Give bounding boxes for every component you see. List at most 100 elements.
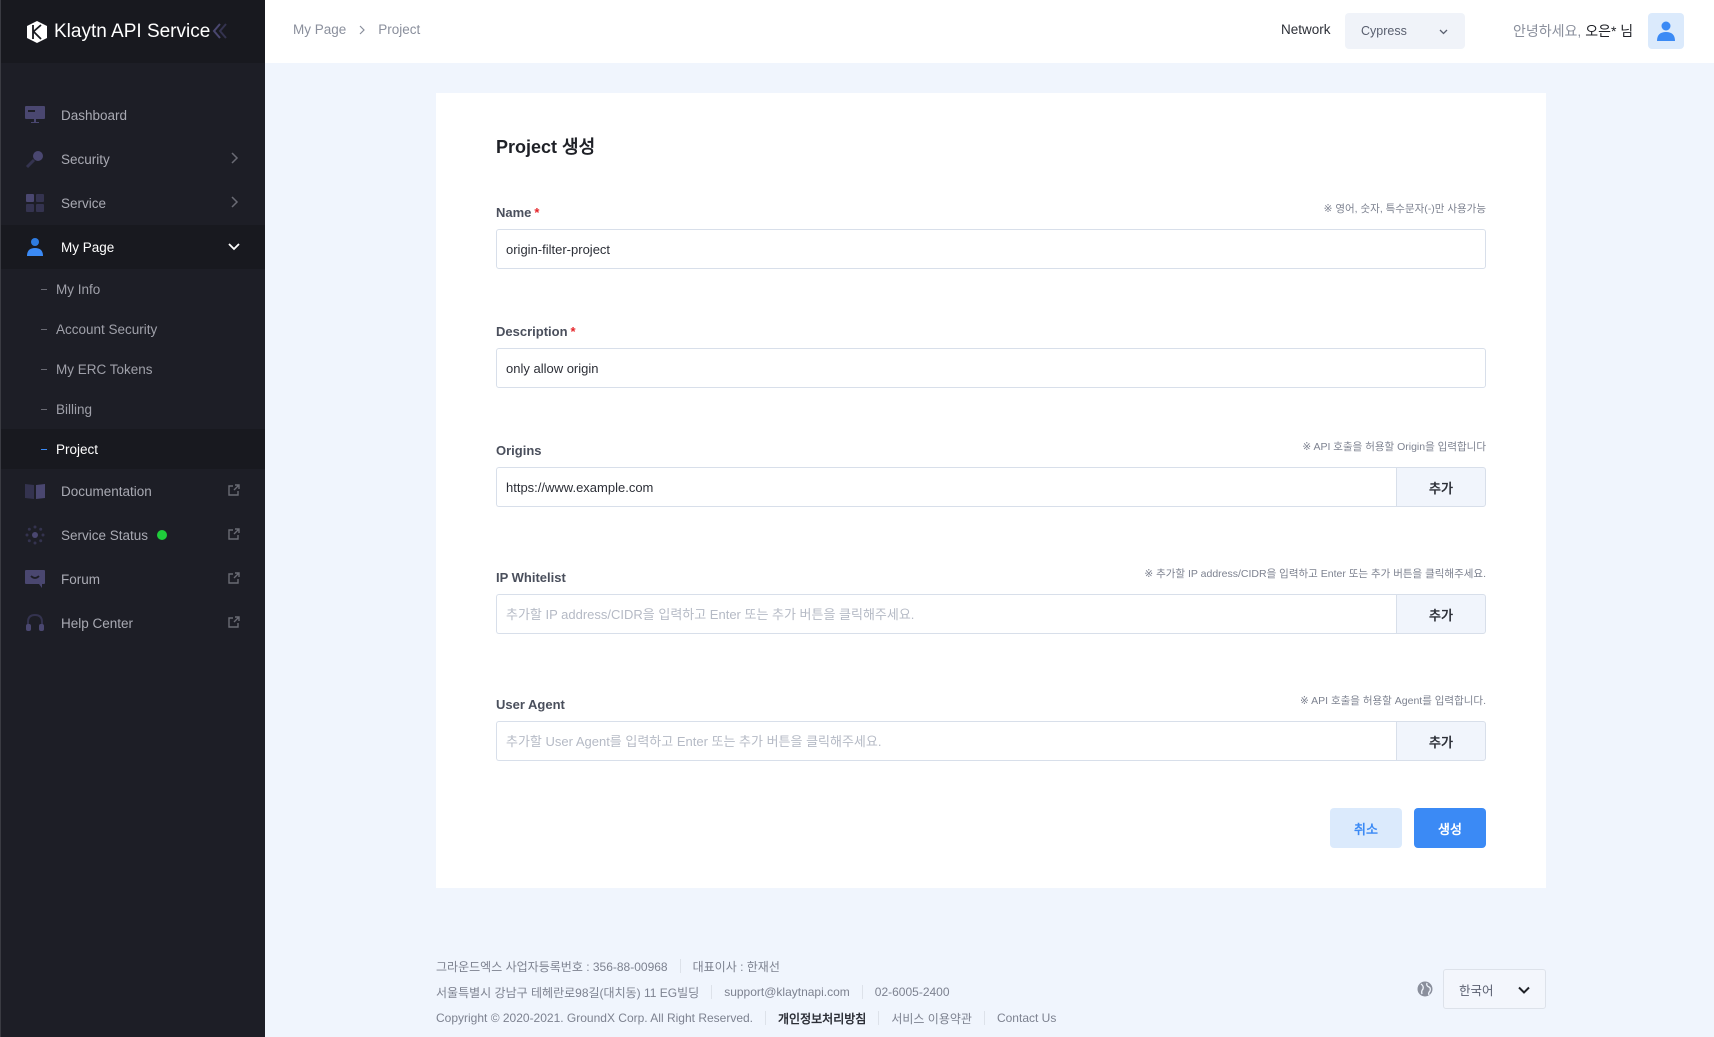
network-label: Network [1281,22,1331,37]
sidebar-item-service[interactable]: Service [1,181,265,225]
sidebar-item-label: Service [61,195,107,211]
ip-whitelist-add-button[interactable]: 추가 [1396,594,1486,634]
origins-input[interactable] [496,467,1396,507]
footer-email: support@klaytnapi.com [724,985,850,999]
dash-icon [41,328,47,330]
sidebar: Klaytn API Service Dashboard Security Se… [0,0,265,1037]
my-page-submenu: My Info Account Security My ERC Tokens B… [1,269,265,469]
sidebar-item-label: Dashboard [61,107,128,123]
sidebar-subitem-project[interactable]: Project [1,429,265,469]
sidebar-subitem-my-info[interactable]: My Info [1,269,265,309]
status-online-indicator [157,530,168,540]
sidebar-subitem-label: Billing [56,401,93,417]
sidebar-item-my-page[interactable]: My Page [1,225,265,269]
divider [861,985,863,999]
footer-company: 그라운드엑스 사업자등록번호 : 356-88-00968 [436,959,668,974]
description-label: Description * [496,324,576,339]
chevron-right-icon [231,152,239,164]
sidebar-item-forum[interactable]: Forum [1,557,265,601]
footer-phone: 02-6005-2400 [874,985,950,999]
origins-hint: ※ API 호출을 허용할 Origin을 입력합니다 [1302,441,1486,453]
name-field: Name * ※ 영어, 숫자, 특수문자(-)만 사용가능 [496,203,1486,269]
breadcrumb-project: Project [378,22,421,37]
chevron-right-icon [359,25,366,34]
sidebar-item-help-center[interactable]: Help Center [1,601,265,645]
sidebar-subitem-account-security[interactable]: Account Security [1,309,265,349]
collapse-sidebar-icon[interactable] [211,20,231,42]
project-create-card: Project 생성 Name * ※ 영어, 숫자, 특수문자(-)만 사용가능… [436,93,1546,888]
required-mark: * [534,205,540,220]
user-icon [1657,21,1675,41]
sidebar-subitem-label: Project [56,441,99,457]
contact-us-link[interactable]: Contact Us [997,1011,1056,1025]
language-select[interactable]: 한국어 [1443,969,1546,1009]
user-agent-hint: ※ API 호출을 허용할 Agent를 입력합니다. [1299,695,1486,707]
ip-whitelist-field: IP Whitelist ※ 추가할 IP address/CIDR을 입력하고… [496,568,1486,634]
chat-icon [25,569,45,589]
sidebar-item-security[interactable]: Security [1,137,265,181]
sidebar-item-documentation[interactable]: Documentation [1,469,265,513]
grid-icon [25,193,45,213]
klaytn-logo-icon [27,20,47,43]
sidebar-item-label: My Page [61,239,115,255]
sidebar-menu: Dashboard Security Service My Page My In… [1,63,265,645]
name-input[interactable] [496,229,1486,269]
sidebar-item-service-status[interactable]: Service Status [1,513,265,557]
network-select[interactable]: Cypress [1345,13,1465,49]
footer-ceo: 대표이사 : 한재선 [692,959,780,974]
sidebar-subitem-label: Account Security [56,321,158,337]
divider [765,1011,767,1025]
footer-row: Copyright © 2020-2021. GroundX Corp. All… [436,1005,1056,1031]
sidebar-item-label: Security [61,151,110,167]
external-link-icon [228,616,240,628]
ip-whitelist-input[interactable] [496,594,1396,634]
sidebar-item-label: Documentation [61,483,152,499]
sidebar-item-label: Forum [61,571,101,587]
user-icon [25,237,45,257]
breadcrumb-my-page[interactable]: My Page [293,22,346,37]
top-header: My Page Project Network Cypress 안녕하세요, 오… [265,0,1714,63]
network-value: Cypress [1361,24,1407,38]
cancel-button[interactable]: 취소 [1330,808,1402,848]
sidebar-item-label: Service Status [61,527,149,543]
sidebar-subitem-label: My Info [56,281,101,297]
key-icon [25,149,45,169]
status-sun-icon [25,525,45,545]
divider [711,985,713,999]
dash-icon [41,288,47,290]
divider [878,1011,880,1025]
chevron-down-icon [228,243,240,251]
external-link-icon [228,572,240,584]
privacy-policy-link[interactable]: 개인정보처리방침 [778,1010,866,1027]
breadcrumb: My Page Project [293,22,420,37]
footer-row: 그라운드엑스 사업자등록번호 : 356-88-00968 대표이사 : 한재선 [436,953,1056,979]
user-agent-add-button[interactable]: 추가 [1396,721,1486,761]
user-avatar-button[interactable] [1648,13,1684,49]
sidebar-subitem-billing[interactable]: Billing [1,389,265,429]
chevron-down-icon [1518,986,1530,994]
create-button[interactable]: 생성 [1414,808,1486,848]
sidebar-item-label: Help Center [61,615,134,631]
required-mark: * [570,324,576,339]
footer-copyright: Copyright © 2020-2021. GroundX Corp. All… [436,1011,754,1025]
language-value: 한국어 [1459,983,1494,998]
greeting-text: 안녕하세요, [1513,23,1582,39]
logo[interactable]: Klaytn API Service [25,20,210,44]
description-input[interactable] [496,348,1486,388]
book-icon [25,481,45,501]
origins-add-button[interactable]: 추가 [1396,467,1486,507]
headset-icon [25,613,45,633]
sidebar-subitem-label: My ERC Tokens [56,361,153,377]
dashboard-icon [25,105,45,125]
sidebar-item-dashboard[interactable]: Dashboard [1,93,265,137]
footer: 그라운드엑스 사업자등록번호 : 356-88-00968 대표이사 : 한재선… [436,953,1056,1031]
dash-icon [41,368,47,370]
user-agent-field: User Agent ※ API 호출을 허용할 Agent를 입력합니다. 추… [496,695,1486,761]
user-greeting: 안녕하세요, 오은* 님 [1513,21,1633,41]
sidebar-subitem-my-erc-tokens[interactable]: My ERC Tokens [1,349,265,389]
chevron-down-icon [1439,29,1448,35]
ip-whitelist-hint: ※ 추가할 IP address/CIDR을 입력하고 Enter 또는 추가 … [1144,568,1486,580]
user-agent-input[interactable] [496,721,1396,761]
description-field: Description * [496,324,1486,388]
terms-of-service-link[interactable]: 서비스 이용약관 [891,1010,972,1027]
